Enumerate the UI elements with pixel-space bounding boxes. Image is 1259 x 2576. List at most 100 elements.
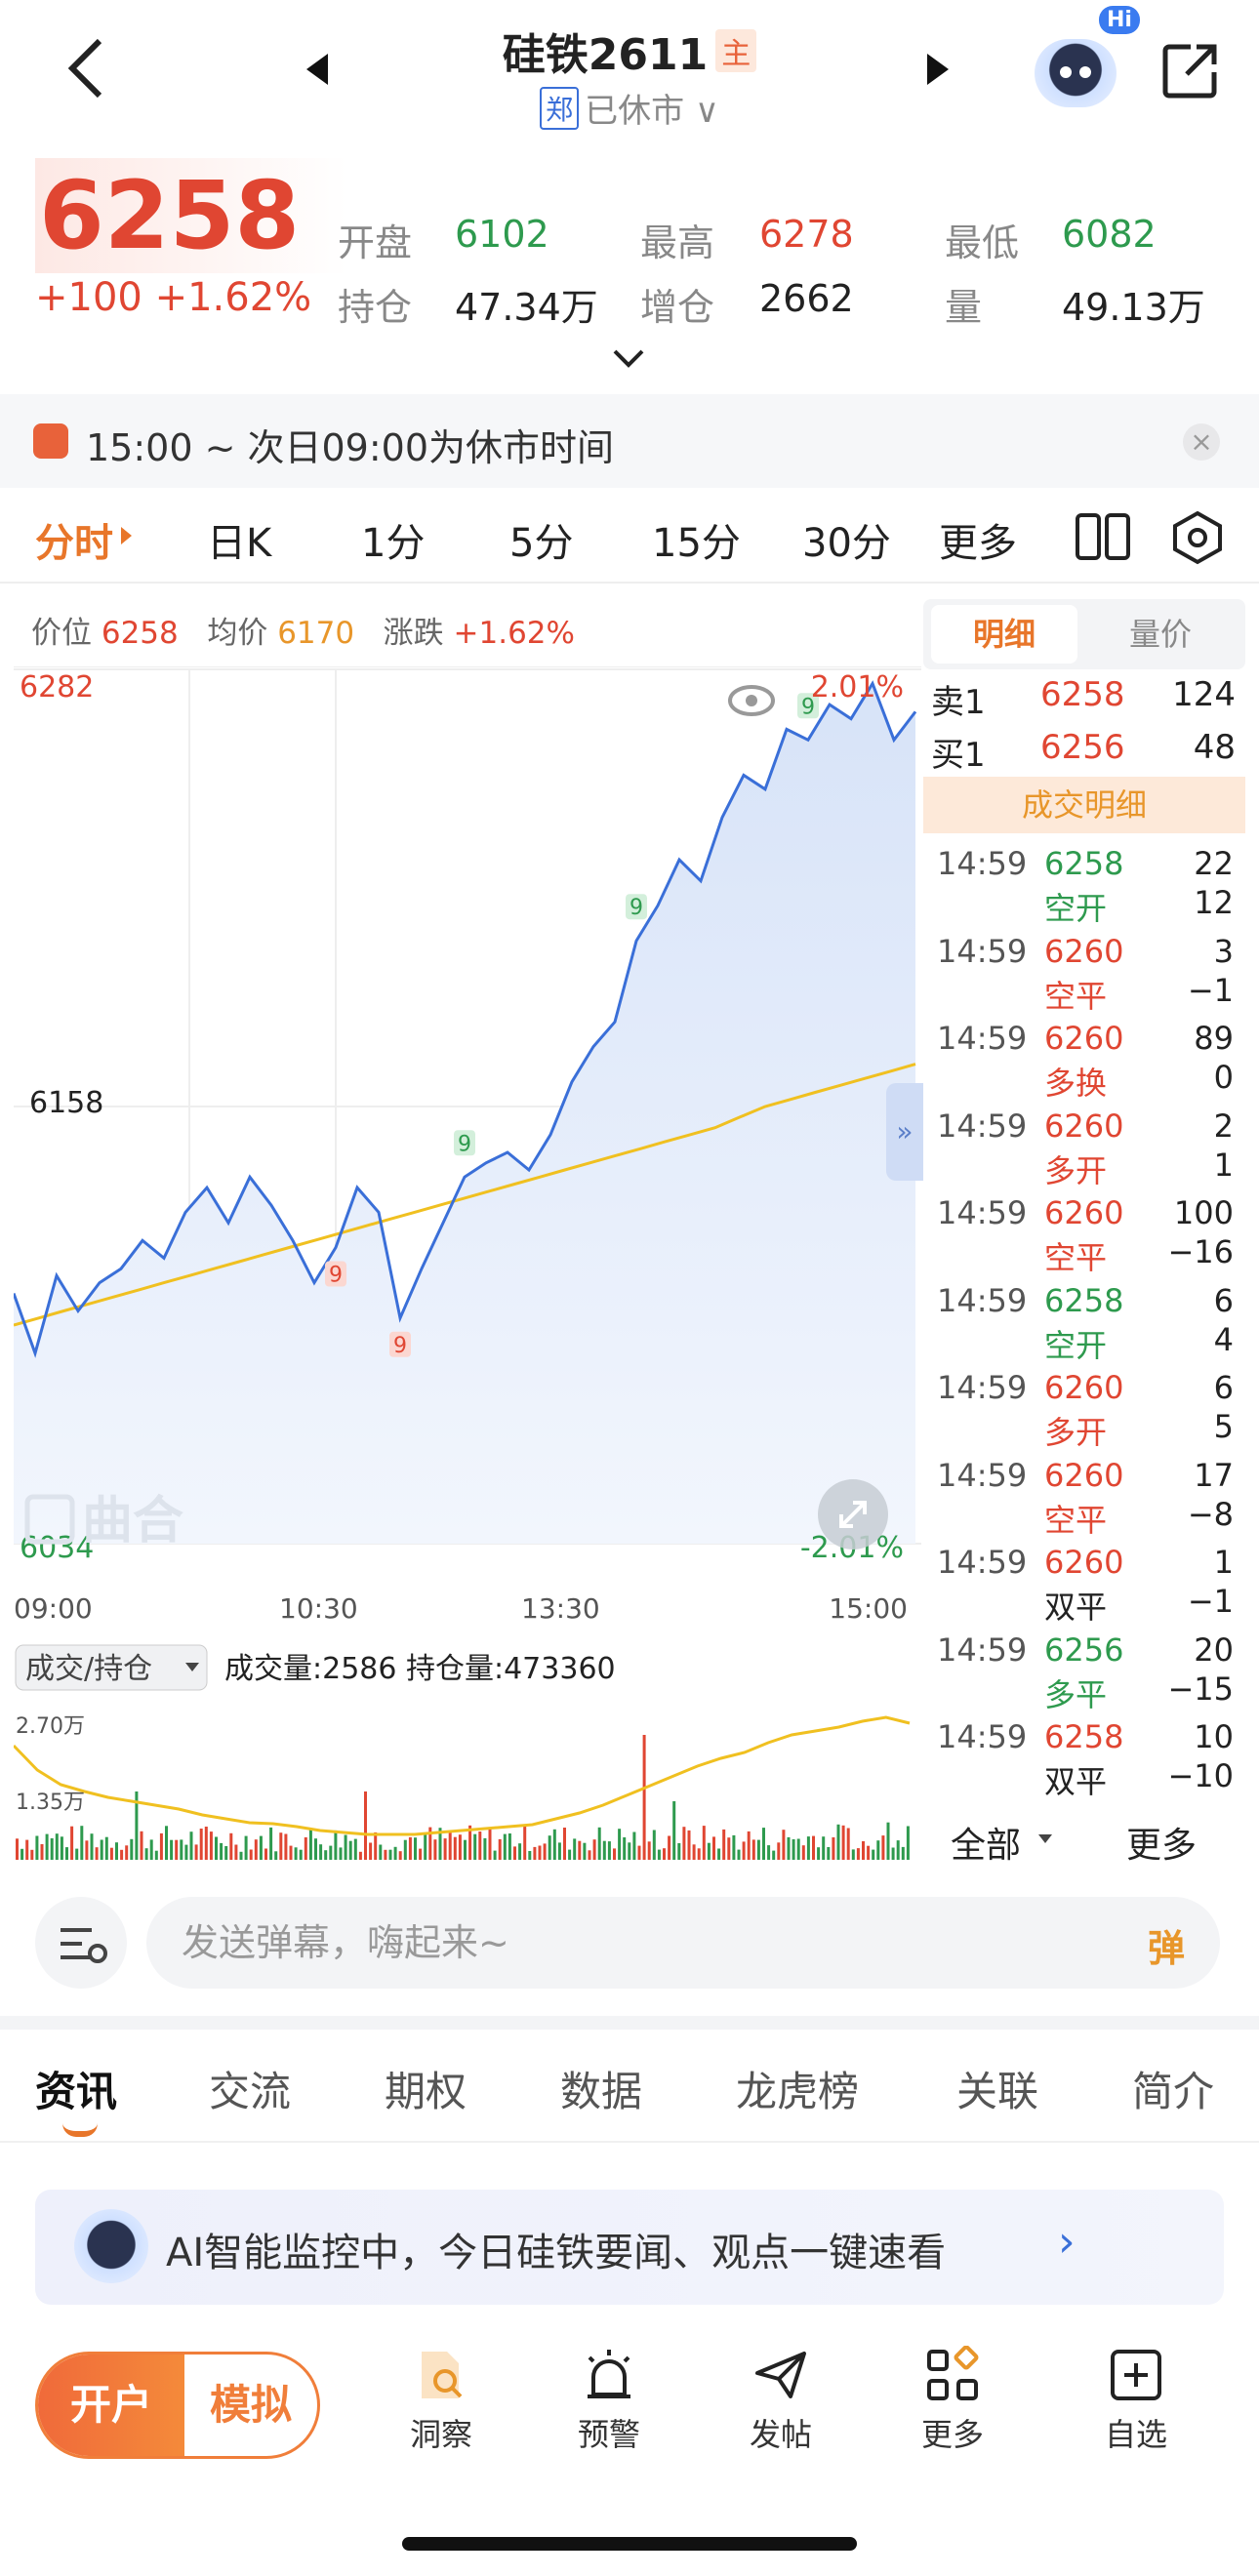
volume-bar bbox=[239, 1851, 243, 1860]
tab-5min[interactable]: 5分 bbox=[509, 511, 573, 568]
tab-dragon-tiger[interactable]: 龙虎榜 bbox=[736, 2059, 859, 2118]
trade-time: 14:59 bbox=[937, 1718, 1028, 1755]
danmaku-settings-icon[interactable] bbox=[35, 1897, 127, 1989]
post-button[interactable]: 发帖 bbox=[712, 2346, 849, 2455]
danmaku-toggle-button[interactable]: 弹 bbox=[1148, 1918, 1185, 1972]
tab-30min[interactable]: 30分 bbox=[802, 511, 891, 568]
watchlist-button[interactable]: 自选 bbox=[1068, 2346, 1204, 2455]
tab-daily-k[interactable]: 日K bbox=[207, 511, 271, 568]
split-view-icon[interactable] bbox=[1074, 509, 1132, 564]
price-change: +100 +1.62% bbox=[35, 275, 312, 320]
open-account-button[interactable]: 开户 bbox=[38, 2355, 184, 2456]
volume-bar bbox=[299, 1849, 303, 1860]
close-icon[interactable]: × bbox=[1183, 423, 1220, 461]
trade-qty: 100 bbox=[1173, 1194, 1234, 1231]
tab-volume-price[interactable]: 量价 bbox=[1087, 605, 1234, 664]
volume-bar bbox=[747, 1831, 751, 1860]
volume-bar bbox=[787, 1836, 791, 1860]
volume-bar bbox=[642, 1735, 646, 1860]
x-tick-1330: 13:30 bbox=[521, 1592, 600, 1625]
volume-bar bbox=[812, 1835, 815, 1860]
volume-bar bbox=[792, 1839, 795, 1860]
more-button[interactable]: 更多 bbox=[884, 2346, 1021, 2455]
volume-bar bbox=[503, 1833, 507, 1860]
volume-bar bbox=[841, 1825, 845, 1860]
tab-discussion[interactable]: 交流 bbox=[209, 2059, 291, 2118]
trade-oi-change: 5 bbox=[1213, 1408, 1234, 1445]
volume-bar bbox=[508, 1833, 511, 1860]
volume-bar bbox=[115, 1842, 118, 1860]
alert-label: 预警 bbox=[577, 2416, 640, 2453]
signal-marker-label: 9 bbox=[393, 1334, 407, 1358]
alert-button[interactable]: 预警 bbox=[541, 2346, 677, 2455]
volume-bar bbox=[369, 1842, 373, 1860]
trade-type: 多换 bbox=[1044, 1065, 1108, 1102]
title-text: 硅铁2611 bbox=[502, 30, 709, 80]
volume-bar bbox=[876, 1840, 880, 1860]
trade-oi-change: −16 bbox=[1167, 1233, 1234, 1270]
settings-hexagon-icon[interactable] bbox=[1169, 509, 1226, 566]
plus-square-icon bbox=[1111, 2350, 1161, 2400]
trade-oi-change: 12 bbox=[1194, 884, 1234, 921]
tab-1min[interactable]: 1分 bbox=[361, 511, 425, 568]
collapse-side-panel-icon[interactable]: » bbox=[886, 1083, 923, 1181]
volume-bar bbox=[867, 1845, 871, 1860]
volume-bar bbox=[613, 1848, 616, 1860]
volume-bar bbox=[552, 1829, 556, 1860]
trade-price: 6260 bbox=[1044, 932, 1124, 970]
volume-bar bbox=[314, 1838, 317, 1860]
volume-selector[interactable]: 成交/持仓 bbox=[15, 1644, 208, 1691]
post-label: 发帖 bbox=[749, 2416, 812, 2453]
tab-15min[interactable]: 15分 bbox=[652, 511, 741, 568]
fullscreen-icon[interactable] bbox=[818, 1479, 888, 1550]
notice-text: 15:00 ~ 次日09:00为休市时间 bbox=[86, 426, 615, 469]
tab-options[interactable]: 期权 bbox=[385, 2059, 467, 2118]
filter-all-button[interactable]: 全部 bbox=[951, 1817, 1021, 1868]
next-contract-icon[interactable] bbox=[927, 54, 949, 85]
volume-selector-text: 成交/持仓 bbox=[25, 1652, 152, 1686]
tab-related[interactable]: 关联 bbox=[956, 2059, 1038, 2118]
trade-time: 14:59 bbox=[937, 1107, 1028, 1145]
expand-chevron-icon[interactable] bbox=[609, 343, 648, 373]
trade-type: 多开 bbox=[1044, 1151, 1108, 1189]
volume-bar bbox=[249, 1849, 253, 1860]
low-value: 6082 bbox=[1062, 213, 1157, 256]
tab-more[interactable]: 更多 bbox=[939, 511, 1017, 568]
volume-bar bbox=[717, 1848, 721, 1860]
ai-assistant-icon[interactable] bbox=[1035, 39, 1117, 107]
intraday-chart[interactable]: 99999 6282 6158 6034 2.01% -2.01% 曲合 09:… bbox=[14, 599, 921, 1868]
ask-price: 6258 bbox=[1040, 675, 1125, 714]
volume-bar bbox=[433, 1839, 437, 1860]
volume-bar bbox=[682, 1827, 686, 1860]
tab-news[interactable]: 资讯 bbox=[35, 2059, 117, 2118]
volume-bar bbox=[384, 1849, 387, 1860]
more-trades-button[interactable]: 更多 bbox=[1126, 1817, 1197, 1868]
ai-monitor-banner[interactable]: AI智能监控中，今日硅铁要闻、观点一键速看 › bbox=[35, 2190, 1224, 2305]
bid-price: 6256 bbox=[1040, 728, 1125, 767]
ai-banner-text: AI智能监控中，今日硅铁要闻、观点一键速看 bbox=[166, 2231, 947, 2275]
insight-button[interactable]: 洞察 bbox=[373, 2346, 509, 2455]
volume-bar bbox=[623, 1837, 627, 1860]
volume-label: 量 bbox=[945, 286, 983, 329]
tab-intraday[interactable]: 分时 bbox=[35, 511, 113, 568]
volume-bar bbox=[344, 1834, 347, 1860]
trade-type: 空平 bbox=[1044, 1239, 1108, 1276]
trade-price: 6260 bbox=[1044, 1369, 1124, 1406]
danmaku-input[interactable]: 发送弹幕，嗨起来~ bbox=[146, 1897, 1220, 1989]
simulate-button[interactable]: 模拟 bbox=[184, 2355, 317, 2456]
volume-bar bbox=[742, 1841, 746, 1860]
volume-bar bbox=[836, 1824, 840, 1860]
share-icon[interactable] bbox=[1161, 41, 1220, 100]
tab-data[interactable]: 数据 bbox=[560, 2059, 642, 2118]
tab-detail[interactable]: 明细 bbox=[931, 605, 1077, 664]
volume-bar bbox=[881, 1835, 885, 1860]
trade-detail-panel: 明细 量价 卖1 6258 124 买1 6256 48 成交明细 14:59 6… bbox=[923, 599, 1245, 1868]
volume-bar bbox=[478, 1831, 482, 1860]
trade-qty: 10 bbox=[1194, 1718, 1234, 1755]
insight-label: 洞察 bbox=[409, 2416, 472, 2453]
volume-bar bbox=[40, 1844, 44, 1860]
tab-profile[interactable]: 简介 bbox=[1132, 2059, 1214, 2118]
volume-bar bbox=[732, 1834, 736, 1860]
trade-oi-change: −1 bbox=[1187, 971, 1234, 1009]
eye-icon[interactable] bbox=[728, 685, 775, 716]
